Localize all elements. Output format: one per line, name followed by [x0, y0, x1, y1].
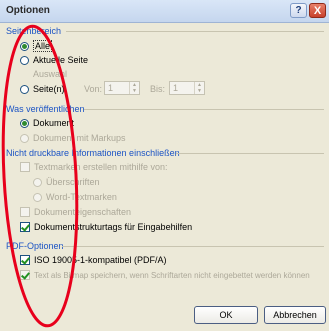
section-heading-non-printing: Nicht druckbare Informationen einschließ…: [6, 148, 180, 158]
from-spinner: 1 ▲ ▼: [104, 81, 140, 95]
options-dialog: Optionen ? X Seitenbereich Alle Aktuelle…: [0, 0, 329, 331]
checkbox-bitmap-text-label: Text als Bitmap speichern, wenn Schrifta…: [34, 270, 310, 280]
section-divider: [84, 109, 324, 110]
radio-all-label: Alle: [33, 40, 53, 52]
radio-indicator[interactable]: [20, 118, 29, 128]
checkbox-indicator: [20, 207, 30, 217]
to-spinner: 1 ▲ ▼: [169, 81, 205, 95]
radio-indicator: [33, 192, 42, 202]
checkbox-iso-pdfa[interactable]: ISO 19005-1-kompatibel (PDF/A): [20, 255, 167, 265]
radio-all[interactable]: Alle: [20, 40, 53, 52]
checkbox-structure-tags-label: Dokumentstrukturtags für Eingabehilfen: [34, 222, 193, 232]
help-button[interactable]: ?: [290, 3, 307, 18]
checkbox-document-properties-label: Dokumenteigenschaften: [34, 207, 132, 217]
radio-pages[interactable]: Seite(n): [20, 84, 65, 94]
radio-indicator: [33, 177, 42, 187]
section-divider: [66, 31, 324, 32]
radio-document-label: Dokument: [33, 118, 75, 128]
radio-document-with-markup-label: Dokument mit Markups: [33, 133, 126, 143]
radio-word-bookmarks: Word-Textmarken: [33, 192, 117, 202]
spinner-arrows-icon: ▲ ▼: [194, 82, 204, 94]
radio-document-with-markup: Dokument mit Markups: [20, 133, 126, 143]
radio-selection-label: Auswahl: [33, 69, 68, 79]
to-label: Bis:: [150, 84, 166, 94]
spinner-arrows-icon: ▲ ▼: [129, 82, 139, 94]
title-bar: Optionen ? X: [0, 0, 329, 23]
checkbox-indicator[interactable]: [20, 255, 30, 265]
radio-indicator[interactable]: [20, 84, 29, 94]
checkbox-bitmap-text: Text als Bitmap speichern, wenn Schrifta…: [20, 270, 310, 280]
radio-indicator[interactable]: [20, 41, 29, 51]
radio-current-page[interactable]: Aktuelle Seite: [20, 55, 88, 65]
checkbox-indicator[interactable]: [20, 222, 30, 232]
radio-current-page-label: Aktuelle Seite: [33, 55, 89, 65]
from-value: 1: [108, 83, 114, 93]
radio-headings-label: Überschriften: [46, 177, 100, 187]
close-button[interactable]: X: [309, 3, 326, 18]
section-heading-publish-what: Was veröffentlichen: [6, 104, 85, 114]
section-heading-pdf-options: PDF-Optionen: [6, 241, 64, 251]
section-divider: [62, 246, 324, 247]
radio-indicator: [20, 133, 29, 143]
checkbox-indicator: [20, 270, 30, 280]
from-label: Von:: [84, 84, 103, 94]
radio-pages-label: Seite(n): [33, 84, 65, 94]
radio-word-bookmarks-label: Word-Textmarken: [46, 192, 117, 202]
ok-button[interactable]: OK: [194, 306, 258, 324]
checkbox-iso-pdfa-label: ISO 19005-1-kompatibel (PDF/A): [34, 255, 167, 265]
radio-indicator[interactable]: [20, 55, 29, 65]
section-heading-page-range: Seitenbereich: [6, 26, 62, 36]
radio-headings: Überschriften: [33, 177, 100, 187]
checkbox-create-bookmarks: Textmarken erstellen mithilfe von:: [20, 162, 168, 172]
section-divider: [176, 153, 324, 154]
checkbox-document-properties: Dokumenteigenschaften: [20, 207, 131, 217]
radio-document[interactable]: Dokument: [20, 118, 74, 128]
cancel-button[interactable]: Abbrechen: [264, 306, 326, 324]
checkbox-create-bookmarks-label: Textmarken erstellen mithilfe von:: [34, 162, 168, 172]
checkbox-structure-tags[interactable]: Dokumentstrukturtags für Eingabehilfen: [20, 222, 192, 232]
radio-selection: Auswahl: [33, 69, 67, 79]
dialog-title: Optionen: [6, 5, 50, 16]
checkbox-indicator: [20, 162, 30, 172]
to-value: 1: [173, 83, 179, 93]
